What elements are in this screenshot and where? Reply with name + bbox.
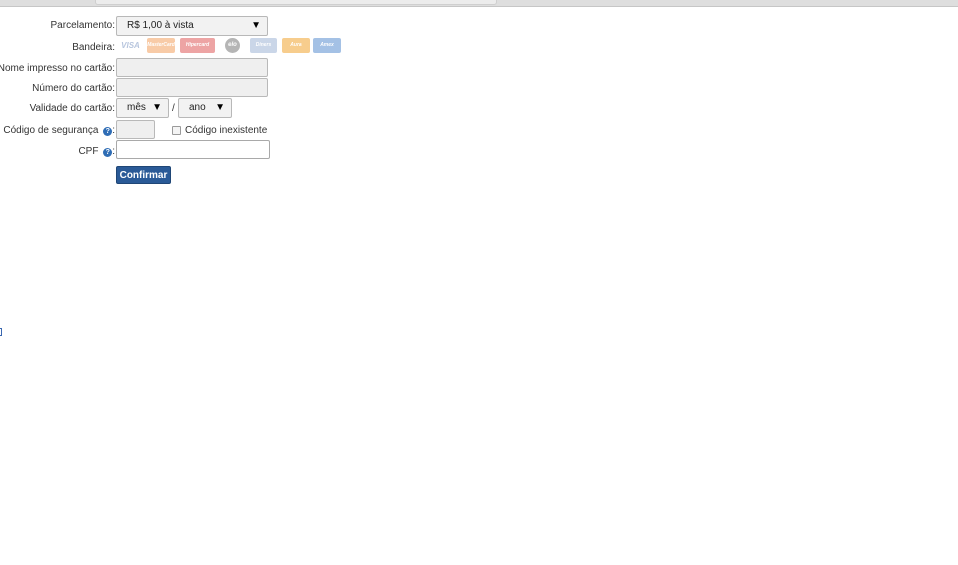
browser-tab[interactable] — [95, 0, 497, 5]
brand-hipercard-logo[interactable]: Hipercard — [180, 38, 215, 53]
chevron-down-icon: ▼ — [251, 20, 261, 31]
no-code-checkbox[interactable] — [172, 126, 181, 135]
installments-label: Parcelamento: — [50, 20, 115, 31]
browser-top-bar — [0, 0, 958, 7]
cpf-label: CPF — [78, 146, 99, 157]
security-code-colon: : — [112, 125, 115, 136]
expiry-separator: / — [172, 103, 175, 114]
cpf-input[interactable] — [116, 140, 270, 159]
help-icon[interactable]: ? — [103, 127, 113, 136]
cpf-colon: : — [112, 146, 115, 157]
security-code-label-row: Código de segurança ?: — [3, 125, 115, 136]
brand-aura-logo[interactable]: Aura — [282, 38, 310, 53]
expiry-month-value: mês — [127, 102, 146, 113]
brand-amex-logo[interactable]: Amex — [313, 38, 341, 53]
brand-mastercard-logo[interactable]: MasterCard — [147, 38, 175, 53]
expiry-year-select[interactable]: ano ▼ — [178, 98, 232, 118]
chevron-down-icon: ▼ — [215, 102, 225, 113]
card-number-label: Número do cartão: — [32, 83, 115, 94]
payment-page: Parcelamento: R$ 1,00 à vista ▼ Bandeira… — [0, 0, 958, 565]
security-code-label: Código de segurança — [3, 125, 99, 136]
no-code-label: Código inexistente — [185, 125, 268, 136]
cardholder-label: Nome impresso no cartão: — [0, 63, 115, 74]
installments-select[interactable]: R$ 1,00 à vista ▼ — [116, 16, 268, 36]
brand-diners-logo[interactable]: Diners — [250, 38, 277, 53]
brand-elo-logo[interactable]: elo — [225, 38, 240, 53]
cpf-label-row: CPF ?: — [78, 146, 115, 157]
confirm-button[interactable]: Confirmar — [116, 166, 171, 184]
brand-label: Bandeira: — [72, 42, 115, 53]
help-icon[interactable]: ? — [103, 148, 113, 157]
expiry-year-value: ano — [189, 102, 206, 113]
expiry-label: Validade do cartão: — [29, 103, 115, 114]
brand-visa-logo[interactable]: VISA — [118, 38, 143, 53]
chevron-down-icon: ▼ — [152, 102, 162, 113]
card-number-input[interactable] — [116, 78, 268, 97]
cardholder-input[interactable] — [116, 58, 268, 77]
expiry-month-select[interactable]: mês ▼ — [116, 98, 169, 118]
security-code-input[interactable] — [116, 120, 155, 139]
bracket-mark — [0, 328, 2, 336]
installments-selected-value: R$ 1,00 à vista — [127, 20, 194, 31]
